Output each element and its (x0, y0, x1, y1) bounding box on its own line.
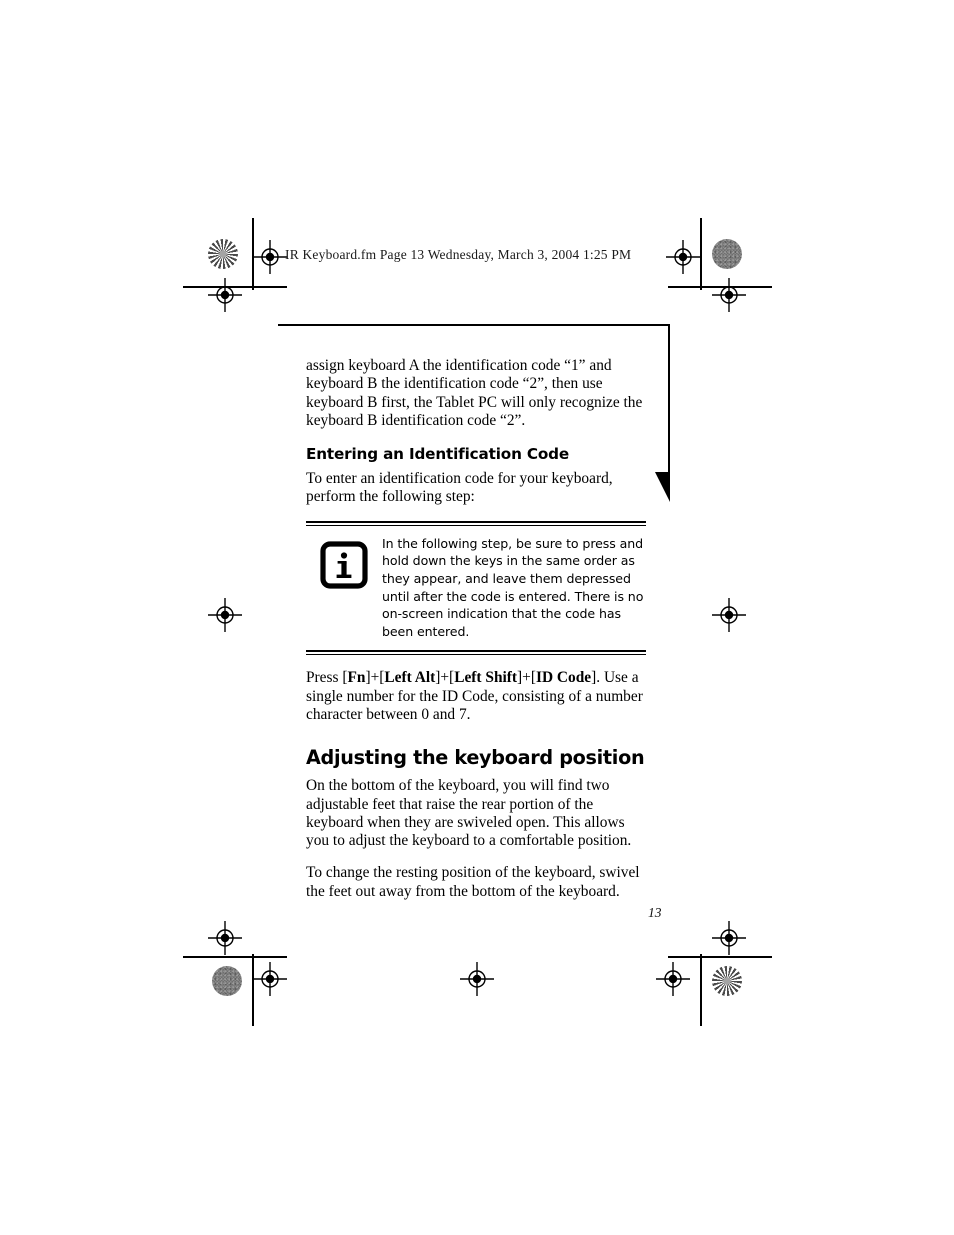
press-sep-2: ]+[ (435, 669, 455, 687)
sub-heading-entering-identification-code: Entering an Identification Code (306, 445, 570, 464)
registration-crosshair-top-right-outer (666, 240, 700, 274)
halftone-density-patch-bottom-right (712, 966, 742, 996)
registration-crosshair-bottom-center (460, 962, 494, 996)
crop-rule-bottom-right-horizontal (668, 956, 772, 958)
main-heading-adjusting-keyboard-position: Adjusting the keyboard position (306, 746, 645, 770)
registration-crosshair-right-middle (712, 598, 746, 632)
key-fn: Fn (347, 669, 366, 687)
key-id-code: ID Code (535, 669, 592, 687)
note-body: In the following step, be sure to press … (306, 526, 646, 651)
page-frame-right-rule (668, 324, 670, 475)
note-bottom-rule (306, 650, 646, 656)
halftone-density-patch-top-left (208, 239, 238, 269)
key-left-shift: Left Shift (454, 669, 518, 687)
crop-rule-bottom-vertical-right (700, 954, 702, 1026)
note-text: In the following step, be sure to press … (382, 535, 644, 639)
registration-crosshair-bottom-right-outer (656, 962, 690, 996)
registration-crosshair-top-left-outer (253, 240, 287, 274)
key-left-alt: Left Alt (384, 669, 436, 687)
note-callout: In the following step, be sure to press … (306, 520, 646, 656)
closing-paragraph: To change the resting position of the ke… (306, 864, 640, 900)
crop-rule-bottom-left-horizontal (183, 956, 287, 958)
intro-paragraph: assign keyboard A the identification cod… (306, 357, 643, 429)
main-paragraph: On the bottom of the keyboard, you will … (306, 777, 632, 850)
press-sep-1: ]+[ (365, 669, 385, 687)
registration-crosshair-bottom-left-outer (253, 962, 287, 996)
registration-crosshair-left-middle (208, 598, 242, 632)
page-frame-top-rule (278, 324, 670, 326)
press-instruction-paragraph: Press [Fn]+[Left Alt]+[Left Shift]+[ID C… (306, 669, 646, 724)
page-edge-triangle-marker (655, 472, 670, 502)
page-number: 13 (648, 905, 662, 920)
info-icon (320, 541, 368, 589)
halftone-density-patch-bottom-left (212, 966, 242, 996)
file-header-slug: IR Keyboard.fm Page 13 Wednesday, March … (285, 247, 632, 262)
halftone-density-patch-top-right (712, 239, 742, 269)
sub-heading-paragraph: To enter an identification code for your… (306, 470, 613, 506)
press-lead: Press [ (306, 669, 348, 687)
registration-crosshair-right-upper (712, 278, 746, 312)
press-sep-3: ]+[ (517, 669, 536, 687)
registration-crosshair-left-upper (208, 278, 242, 312)
registration-crosshair-left-lower (208, 921, 242, 955)
crop-rule-top-vertical-right (700, 218, 702, 290)
registration-crosshair-right-lower (712, 921, 746, 955)
page-content: assign keyboard A the identification cod… (306, 357, 646, 915)
